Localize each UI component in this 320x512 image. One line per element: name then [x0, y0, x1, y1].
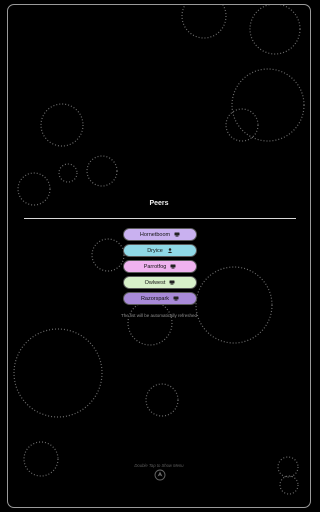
peer-item-razorspark[interactable]: Razorspark — [123, 292, 197, 305]
bubble — [13, 328, 103, 418]
desktop-icon — [170, 264, 176, 269]
bubble — [195, 266, 273, 344]
divider — [24, 218, 296, 219]
bubble — [145, 383, 179, 417]
peer-label: Hornetboom — [139, 231, 171, 238]
bubble — [225, 108, 259, 142]
bubble — [86, 155, 118, 187]
bubble — [181, 5, 227, 39]
refresh-note: The list will be automatically refreshed — [120, 313, 198, 318]
peer-label: Razorspark — [140, 295, 170, 302]
peer-label: Parrotfog — [143, 263, 167, 270]
bubble — [23, 441, 59, 477]
peer-item-owlwest[interactable]: Owlwest — [123, 276, 197, 289]
bubble — [40, 103, 84, 147]
bubble — [249, 5, 301, 55]
peer-list: Hornetboom Dryice Parrotfog Owlwest Razo… — [123, 228, 197, 308]
menu-hint: Double Tap to Show Menu — [134, 463, 184, 468]
app-logo-icon[interactable] — [154, 469, 166, 481]
bubble — [279, 475, 299, 495]
bubble — [58, 163, 78, 183]
page-title: Peers — [149, 200, 169, 207]
desktop-icon — [169, 280, 175, 285]
peer-item-dryice[interactable]: Dryice — [123, 244, 197, 257]
person-icon — [167, 248, 173, 253]
desktop-icon — [174, 232, 180, 237]
bubble — [231, 68, 305, 142]
app-window: Peers Hornetboom Dryice Parrotfog Owlwes… — [7, 4, 311, 508]
peer-item-parrotfog[interactable]: Parrotfog — [123, 260, 197, 273]
peer-label: Owlwest — [144, 279, 166, 286]
desktop-icon — [173, 296, 179, 301]
peer-item-hornetboom[interactable]: Hornetboom — [123, 228, 197, 241]
bubble — [91, 238, 125, 272]
peer-label: Dryice — [147, 247, 163, 254]
